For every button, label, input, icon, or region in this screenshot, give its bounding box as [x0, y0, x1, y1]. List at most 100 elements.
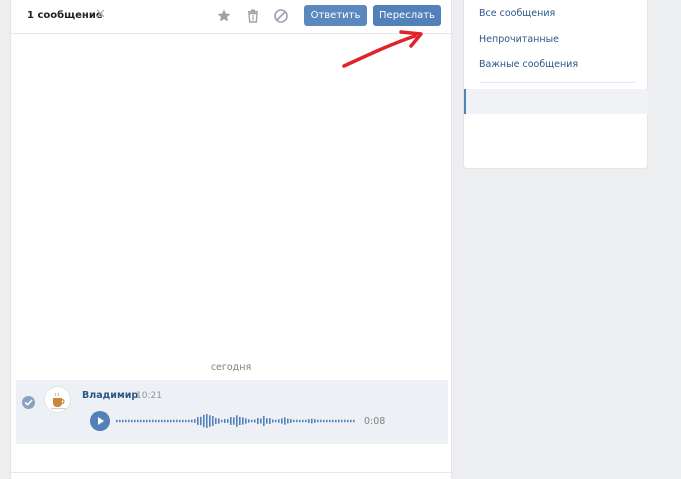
waveform-bar [263, 416, 265, 426]
waveform-bar [320, 419, 322, 423]
waveform-bar [176, 419, 178, 423]
waveform-bar [248, 419, 250, 423]
waveform-bar [344, 419, 346, 423]
message-time: 10:21 [136, 391, 162, 401]
waveform-bar [215, 417, 217, 425]
waveform-bar [119, 419, 121, 423]
waveform-bar [257, 418, 259, 424]
waveform-bar [167, 419, 169, 423]
waveform-bar [314, 419, 316, 423]
waveform-bar [245, 418, 247, 424]
waveform-bar [194, 419, 196, 423]
trash-icon[interactable] [245, 8, 261, 24]
waveform-bar [137, 419, 139, 423]
waveform-bar [347, 419, 349, 423]
waveform-bar [284, 417, 286, 425]
messages-panel: 1 сообщение ✕ Ответить Переслать сегодня [10, 0, 452, 479]
waveform-bar [164, 419, 166, 423]
waveform-bar [311, 418, 313, 424]
waveform-bar [179, 419, 181, 423]
waveform-bar [350, 419, 352, 423]
waveform-bar [200, 416, 202, 426]
selection-count: 1 сообщение [27, 10, 103, 21]
waveform-bar [335, 419, 337, 423]
active-menu-item[interactable] [464, 89, 648, 114]
voice-duration: 0:08 [364, 416, 386, 427]
waveform-bar [161, 419, 163, 423]
waveform-bar [332, 419, 334, 423]
waveform-bar [140, 419, 142, 423]
waveform-bar [233, 417, 235, 425]
waveform-bar [278, 419, 280, 423]
messages-filter-menu: Все сообщения Непрочитанные Важные сообщ… [463, 0, 648, 169]
waveform-bar [308, 419, 310, 423]
waveform-bar [254, 419, 256, 423]
waveform-bar [173, 419, 175, 423]
waveform-bar [203, 414, 205, 428]
waveform-bar [221, 419, 223, 423]
waveform-bar [218, 418, 220, 424]
clear-selection-icon[interactable]: ✕ [95, 8, 106, 22]
waveform-bar [296, 419, 298, 423]
waveform-bar [158, 419, 160, 423]
waveform-bar [287, 418, 289, 424]
waveform-bar [170, 419, 172, 423]
date-separator: сегодня [210, 362, 252, 373]
waveform-bar [302, 419, 304, 423]
waveform-bar [239, 416, 241, 426]
filter-all-messages[interactable]: Все сообщения [479, 8, 555, 19]
waveform-bar [305, 419, 307, 423]
waveform-bar [209, 415, 211, 427]
menu-divider [479, 82, 635, 83]
waveform-bar [122, 419, 124, 423]
message-item[interactable]: Владимир 10:21 0:08 [16, 380, 448, 444]
composer-divider [11, 472, 451, 473]
waveform-bar [281, 418, 283, 424]
waveform-bar [299, 419, 301, 423]
waveform-bar [242, 417, 244, 425]
forward-button[interactable]: Переслать [373, 5, 441, 26]
avatar[interactable] [44, 386, 71, 413]
waveform-bar [323, 419, 325, 423]
waveform-bar [260, 418, 262, 424]
waveform-bar [155, 419, 157, 423]
waveform-bar [326, 419, 328, 423]
waveform-bar [293, 419, 295, 423]
waveform-bar [275, 419, 277, 423]
waveform-bar [116, 419, 118, 423]
waveform-bar [269, 418, 271, 424]
waveform-bar [338, 419, 340, 423]
star-icon[interactable] [216, 8, 232, 24]
waveform-bar [317, 419, 319, 423]
block-icon[interactable] [273, 8, 289, 24]
waveform-bar [191, 419, 193, 423]
waveform-bar [266, 418, 268, 424]
message-author[interactable]: Владимир [82, 390, 138, 401]
check-icon[interactable] [22, 396, 35, 409]
waveform-bar [230, 417, 232, 425]
waveform-bar [131, 419, 133, 423]
waveform-bar [182, 419, 184, 423]
filter-unread[interactable]: Непрочитанные [479, 34, 559, 45]
waveform-bar [197, 417, 199, 425]
waveform-bar [134, 419, 136, 423]
waveform-bar [149, 419, 151, 423]
waveform-bar [188, 419, 190, 423]
play-icon[interactable] [90, 411, 110, 431]
reply-button[interactable]: Ответить [304, 5, 367, 26]
waveform-bar [227, 419, 229, 423]
waveform-bar [152, 419, 154, 423]
waveform-bar [329, 419, 331, 423]
filter-important[interactable]: Важные сообщения [479, 59, 578, 70]
waveform-bar [143, 419, 145, 423]
waveform-bar [272, 419, 274, 423]
annotation-arrow [342, 30, 423, 68]
waveform-bar [206, 414, 208, 428]
voice-waveform[interactable] [115, 411, 355, 431]
waveform-bar [125, 419, 127, 423]
waveform-bar [224, 419, 226, 423]
waveform-bar [146, 419, 148, 423]
waveform-bar [212, 416, 214, 426]
waveform-bar [185, 419, 187, 423]
waveform-bar [128, 419, 130, 423]
